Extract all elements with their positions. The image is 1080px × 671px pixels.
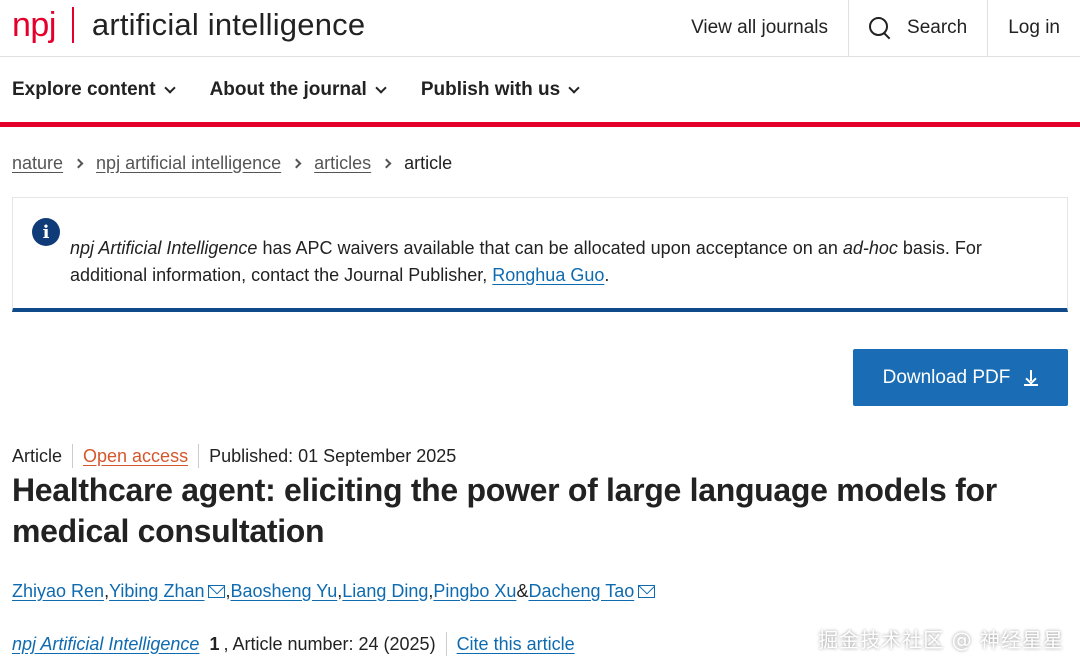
journal-logo[interactable]: npj artificial intelligence: [12, 5, 365, 45]
article-number: , Article number: 24 (2025): [223, 633, 436, 654]
cite-this-article-link[interactable]: Cite this article: [457, 634, 575, 655]
mail-icon[interactable]: [638, 584, 656, 598]
author-list: Zhiyao Ren, Yibing Zhan, Baosheng Yu, Li…: [12, 577, 656, 605]
volume-number: 1: [209, 633, 220, 654]
citation-line: npj Artificial Intelligence 1 , Article …: [12, 630, 575, 658]
chevron-down-icon: [568, 81, 580, 94]
search-label: Search: [907, 17, 968, 38]
apc-waiver-notice: i npj Artificial Intelligence has APC wa…: [12, 197, 1068, 312]
publish-with-us-menu[interactable]: Publish with us: [420, 79, 580, 101]
about-journal-menu[interactable]: About the journal: [209, 79, 387, 101]
download-pdf-label: Download PDF: [882, 366, 1011, 388]
notice-text-1: has APC waivers available that can be al…: [257, 238, 843, 258]
logo-divider: [71, 7, 74, 43]
author-link[interactable]: Zhiyao Ren: [12, 581, 104, 602]
search-button[interactable]: Search: [848, 0, 987, 56]
login-link[interactable]: Log in: [987, 0, 1080, 56]
header-divider: [0, 122, 1080, 127]
breadcrumb-journal[interactable]: npj artificial intelligence: [96, 153, 281, 174]
author-link[interactable]: Liang Ding: [342, 581, 428, 602]
publish-with-us-label: Publish with us: [420, 79, 561, 100]
logo-title: artificial intelligence: [91, 7, 366, 42]
meta-divider: [198, 444, 200, 468]
author-link[interactable]: Dacheng Tao: [528, 581, 634, 602]
article-type: Article: [12, 445, 63, 466]
chevron-right-icon: [291, 158, 302, 168]
chevron-down-icon: [375, 81, 387, 94]
search-icon: [869, 17, 891, 39]
author-link[interactable]: Baosheng Yu: [231, 581, 338, 602]
breadcrumb-current: article: [404, 152, 453, 173]
site-header: npj artificial intelligence View all jou…: [0, 0, 1080, 57]
explore-content-label: Explore content: [12, 79, 156, 100]
publisher-contact-link[interactable]: Ronghua Guo: [492, 265, 604, 285]
login-label: Log in: [1008, 17, 1060, 38]
about-journal-label: About the journal: [209, 79, 367, 100]
notice-text: npj Artificial Intelligence has APC waiv…: [70, 235, 1060, 289]
breadcrumb-nature[interactable]: nature: [12, 153, 63, 174]
view-all-journals-link[interactable]: View all journals: [671, 0, 848, 56]
author-link[interactable]: Pingbo Xu: [433, 581, 516, 602]
author-link[interactable]: Yibing Zhan: [109, 581, 204, 602]
view-all-journals-label: View all journals: [691, 17, 829, 38]
mail-icon[interactable]: [208, 584, 226, 598]
notice-adhoc: ad-hoc: [842, 238, 898, 258]
published-date: Published: 01 September 2025: [209, 445, 457, 466]
notice-text-3: .: [604, 265, 610, 285]
download-icon: [1024, 369, 1039, 386]
top-navigation: View all journals Search Log in: [671, 0, 1080, 56]
watermark: 掘金技术社区 @ 神经星星: [818, 628, 1064, 652]
journal-link[interactable]: npj Artificial Intelligence: [12, 634, 199, 655]
article-meta: Article Open access Published: 01 Septem…: [12, 443, 456, 469]
author-ampersand: &: [516, 580, 529, 601]
chevron-right-icon: [381, 158, 392, 168]
info-icon: i: [32, 218, 60, 246]
chevron-down-icon: [163, 81, 176, 94]
citation-divider: [445, 632, 447, 656]
explore-content-menu[interactable]: Explore content: [12, 79, 176, 101]
breadcrumb: nature npj artificial intelligence artic…: [12, 150, 452, 176]
breadcrumb-articles[interactable]: articles: [314, 153, 371, 174]
open-access-link[interactable]: Open access: [83, 446, 188, 467]
download-pdf-button[interactable]: Download PDF: [853, 349, 1068, 406]
chevron-right-icon: [73, 158, 84, 168]
logo-brand: npj: [12, 5, 56, 44]
meta-divider: [72, 444, 74, 468]
journal-navigation: Explore content About the journal Publis…: [12, 76, 614, 104]
notice-journal: npj Artificial Intelligence: [70, 238, 258, 258]
article-title: Healthcare agent: eliciting the power of…: [12, 472, 997, 549]
